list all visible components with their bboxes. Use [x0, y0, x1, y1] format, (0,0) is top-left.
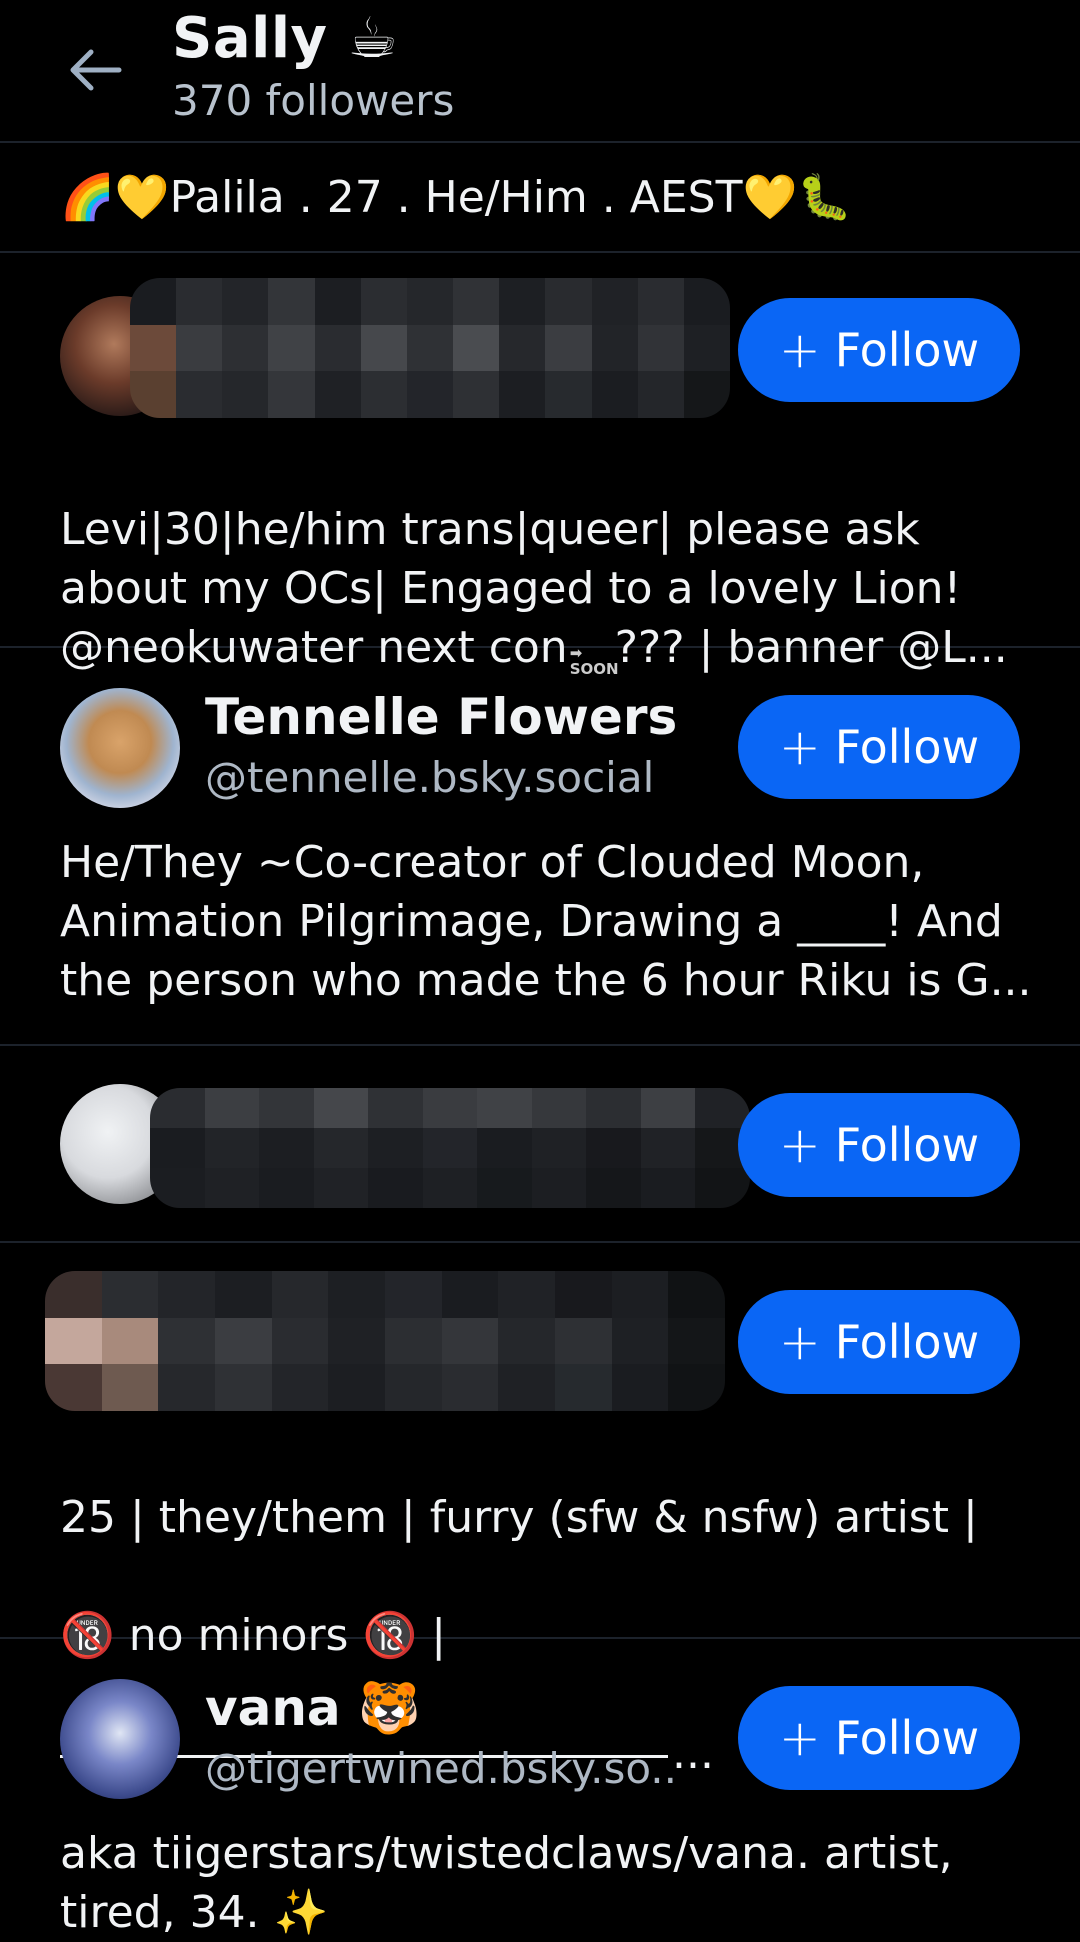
profile-bio: 🌈💛 Palila . 27 . He/Him . AEST 💛🐛: [0, 143, 1080, 253]
plus-icon: +: [778, 718, 821, 776]
follow-button[interactable]: + Follow: [738, 695, 1020, 799]
redacted-name: [45, 1271, 725, 1411]
user-name[interactable]: Tennelle Flowers: [205, 686, 677, 748]
bio-suffix-emoji: 💛🐛: [742, 172, 853, 223]
back-button[interactable]: [58, 34, 130, 106]
plus-icon: +: [778, 1313, 821, 1371]
user-handle[interactable]: @tigertwined.bsky.so..: [205, 1742, 677, 1796]
title-block: Sally ☕ 370 followers: [172, 4, 454, 128]
user-handle[interactable]: @tennelle.bsky.social: [205, 751, 654, 805]
plus-icon: +: [778, 321, 821, 379]
follow-label: Follow: [834, 1315, 980, 1369]
bio-text: Palila . 27 . He/Him . AEST: [169, 171, 743, 223]
follow-button[interactable]: + Follow: [738, 1093, 1020, 1197]
user-description: aka tiigerstars/twistedclaws/vana. artis…: [60, 1828, 953, 1938]
follow-button[interactable]: + Follow: [738, 298, 1020, 402]
user-name[interactable]: vana 🐯: [205, 1677, 420, 1739]
list-item[interactable]: Tennelle Flowers @tennelle.bsky.social +…: [0, 648, 1080, 1046]
redacted-name: [150, 1088, 750, 1208]
list-item[interactable]: + Follow Levi|30|he/him trans|queer| ple…: [0, 253, 1080, 677]
follow-button[interactable]: + Follow: [738, 1686, 1020, 1790]
list-item[interactable]: + Follow: [0, 1046, 1080, 1243]
avatar[interactable]: [60, 1679, 180, 1799]
follow-button[interactable]: + Follow: [738, 1290, 1020, 1394]
avatar[interactable]: [60, 688, 180, 808]
profile-header: Sally ☕ 370 followers: [0, 0, 1080, 143]
plus-icon: +: [778, 1709, 821, 1767]
user-description: He/They ~Co-creator of Clouded Moon, Ani…: [60, 837, 1032, 1006]
follow-label: Follow: [834, 1118, 980, 1172]
follow-label: Follow: [834, 720, 980, 774]
redacted-name: [130, 278, 730, 418]
followers-count: 370 followers: [172, 76, 455, 125]
page-title: Sally ☕: [172, 6, 399, 71]
follow-label: Follow: [834, 1711, 980, 1765]
user-description: Levi|30|he/him trans|queer| please ask a…: [60, 504, 1008, 678]
follow-label: Follow: [834, 323, 980, 377]
arrow-left-icon: [70, 49, 122, 91]
list-item[interactable]: vana 🐯 @tigertwined.bsky.so.. + Follow a…: [0, 1639, 1080, 1939]
bio-prefix-emoji: 🌈💛: [60, 172, 170, 223]
list-item[interactable]: + Follow 25 | they/them | furry (sfw & n…: [0, 1243, 1080, 1779]
plus-icon: +: [778, 1116, 821, 1174]
